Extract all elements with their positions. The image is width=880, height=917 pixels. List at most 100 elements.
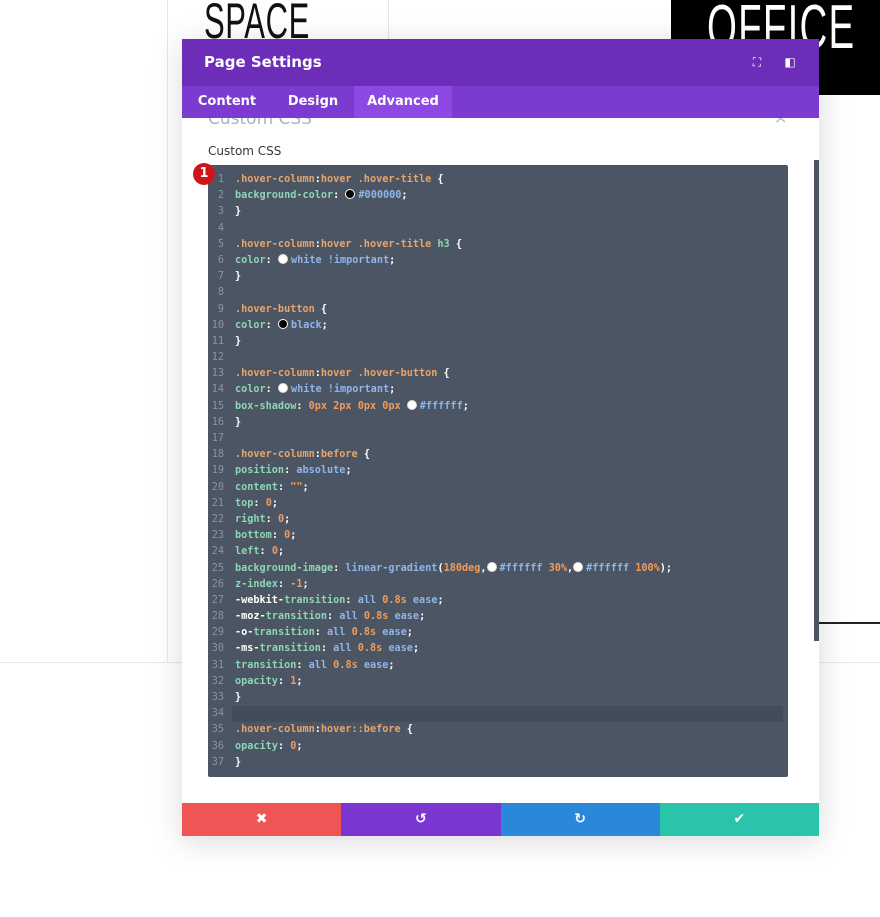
redo-button[interactable]: ↻ <box>500 803 660 836</box>
code-text: left: 0; <box>235 544 284 560</box>
read-more-underline <box>813 622 880 624</box>
code-line[interactable]: 35 .hover-column:hover::before { <box>208 722 788 738</box>
code-token: ; <box>290 530 297 542</box>
line-number: 18 <box>211 449 224 461</box>
line-number: 37 <box>211 756 224 768</box>
code-line[interactable]: 24 left: 0; <box>208 544 788 560</box>
cancel-button[interactable]: ✖ <box>182 803 342 836</box>
tab-advanced[interactable]: Advanced <box>354 86 452 118</box>
modal-header: Page Settings ⛶ ◧ <box>182 39 819 86</box>
code-token: black <box>290 319 322 331</box>
code-token: hover::before <box>320 724 401 736</box>
code-token: all <box>357 594 383 606</box>
line-number: 2 <box>217 190 224 202</box>
code-token: position <box>235 465 285 477</box>
code-line[interactable]: 22 right: 0; <box>208 512 788 528</box>
code-line[interactable]: 5 .hover-column:hover .hover-title h3 { <box>208 237 788 253</box>
page-settings-modal: Page Settings ⛶ ◧ Custom CSS × Content D… <box>182 39 819 836</box>
line-number: 34 <box>211 708 224 720</box>
scrollbar[interactable] <box>814 160 819 641</box>
code-line[interactable]: 10 color: black; <box>208 318 788 334</box>
code-line[interactable]: 33} <box>208 690 788 706</box>
code-token: ease <box>412 594 438 606</box>
code-text: color: white !important; <box>235 253 395 269</box>
save-button[interactable]: ✔ <box>659 803 819 836</box>
code-token: : <box>284 465 297 477</box>
code-line[interactable]: 19 position: absolute; <box>208 463 788 479</box>
fullscreen-icon[interactable]: ⛶ <box>750 55 764 69</box>
tab-design[interactable]: Design <box>272 86 354 118</box>
code-line[interactable]: 8 <box>208 285 788 301</box>
code-token: .hover-column <box>235 724 315 736</box>
code-token: all <box>308 659 334 671</box>
code-line[interactable]: 31 transition: all 0.8s ease; <box>208 658 788 674</box>
code-text: .hover-column:before { <box>235 447 370 463</box>
code-token: #ffffff <box>586 562 636 574</box>
code-line[interactable]: 34 <box>212 706 783 723</box>
code-line[interactable]: 3} <box>208 204 788 220</box>
code-token: : <box>271 530 285 542</box>
code-line[interactable]: 13 .hover-column:hover .hover-button { <box>208 366 788 382</box>
code-token: absolute <box>296 465 346 477</box>
line-number: 33 <box>211 692 224 703</box>
color-swatch-icon <box>277 318 288 329</box>
code-line[interactable]: 25 background-image: linear-gradient(180d… <box>208 561 788 577</box>
code-line[interactable]: 27 -webkit-transition: all 0.8s ease; <box>208 593 788 609</box>
code-line[interactable]: 21 top: 0; <box>208 496 788 512</box>
code-text: right: 0; <box>235 512 290 528</box>
code-line[interactable]: 14 color: white !important; <box>208 382 788 398</box>
code-text: } <box>235 204 241 220</box>
code-line[interactable]: 29 -o-transition: all 0.8s ease; <box>208 625 788 641</box>
color-swatch-icon <box>573 561 584 572</box>
sidebar-toggle-icon[interactable]: ◧ <box>783 55 797 69</box>
code-line[interactable]: 26 z-index: -1; <box>208 577 788 593</box>
code-line[interactable]: 1 .hover-column:hover .hover-title { <box>208 172 788 188</box>
code-line[interactable]: 7} <box>208 269 788 285</box>
color-swatch-icon <box>345 189 356 200</box>
code-lines: 1 .hover-column:hover .hover-title {2 back… <box>208 172 788 771</box>
code-line[interactable]: 20 content: ""; <box>208 480 788 496</box>
code-line[interactable]: 2 background-color: #000000; <box>208 188 788 204</box>
code-line[interactable]: 11} <box>208 334 788 350</box>
code-line[interactable]: 32 opacity: 1; <box>208 674 788 690</box>
modal-footer: ✖ ↺ ↻ ✔ <box>182 803 819 836</box>
code-line[interactable]: 4 <box>208 221 788 237</box>
code-line[interactable]: 17 <box>208 431 788 447</box>
code-token: : <box>277 481 291 493</box>
code-token: transition <box>235 659 297 671</box>
color-swatch-icon <box>277 383 288 394</box>
code-line[interactable]: 6 color: white !important; <box>208 253 788 269</box>
code-token: content <box>235 481 278 493</box>
code-text: .hover-column:hover .hover-title h3 { <box>235 237 462 253</box>
code-token: : <box>277 740 291 752</box>
code-token: : <box>277 675 291 687</box>
code-token: { <box>400 724 413 736</box>
tab-content[interactable]: Content <box>182 86 272 118</box>
code-line[interactable]: 37} <box>208 755 788 771</box>
code-line[interactable]: 23 bottom: 0; <box>208 528 788 544</box>
code-line[interactable]: 30 -ms-transition: all 0.8s ease; <box>208 641 788 657</box>
code-line[interactable]: 9 .hover-button { <box>208 302 788 318</box>
line-number: 28 <box>211 611 224 623</box>
code-token: ease <box>363 659 389 671</box>
divider <box>167 0 168 662</box>
code-line[interactable]: 12 <box>208 350 788 366</box>
code-text: } <box>235 415 241 431</box>
line-number: 36 <box>211 740 224 752</box>
code-token: ; <box>412 643 420 655</box>
code-line[interactable]: 15 box-shadow: 0px 2px 0px 0px #ffffff; <box>208 399 788 415</box>
undo-button[interactable]: ↺ <box>341 803 501 836</box>
code-text: opacity: 0; <box>235 739 303 755</box>
css-code-editor[interactable]: 1 .hover-column:hover .hover-title {2 back… <box>208 165 788 777</box>
code-line[interactable]: 16} <box>208 415 788 431</box>
code-token: : <box>265 384 278 396</box>
code-line[interactable]: 28 -moz-transition: all 0.8s ease; <box>208 609 788 625</box>
code-text: background-image: linear-gradient(180deg… <box>235 561 672 577</box>
code-token: .hover-column <box>235 174 315 185</box>
code-token: -o- <box>235 627 254 639</box>
line-number: 9 <box>217 303 224 315</box>
code-token: { <box>357 449 370 461</box>
code-line[interactable]: 18 .hover-column:before { <box>208 447 788 463</box>
line-number: 24 <box>211 546 224 558</box>
code-line[interactable]: 36 opacity: 0; <box>208 739 788 755</box>
